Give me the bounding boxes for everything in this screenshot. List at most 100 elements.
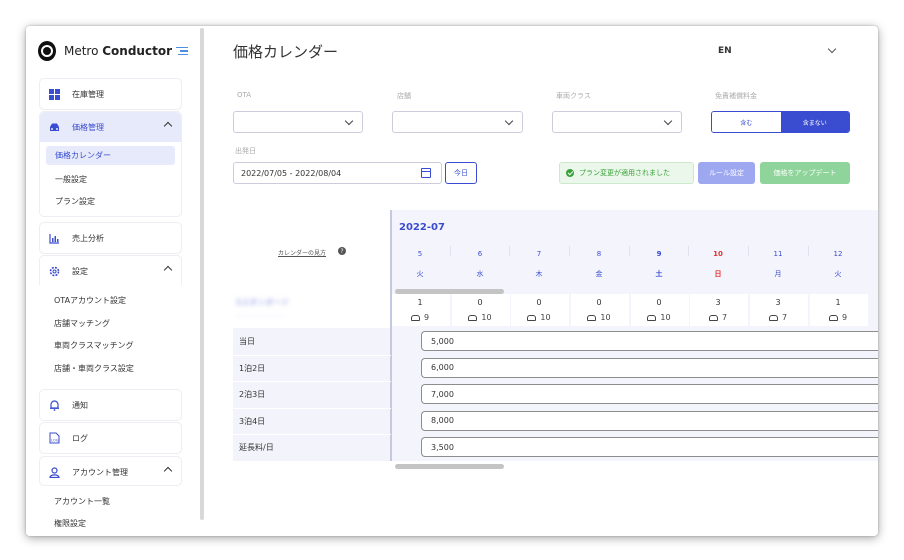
day-weekday: 金 <box>595 270 603 278</box>
price-input[interactable]: 8,000 <box>421 410 878 431</box>
car-icon <box>587 314 597 321</box>
column-tick <box>629 246 630 256</box>
chevron-up-icon <box>163 265 173 275</box>
nav-sales[interactable]: 売上分析 <box>39 222 182 254</box>
nav-ota-accounts[interactable]: OTAアカウント設定 <box>54 295 126 306</box>
nav-logs[interactable]: LOG ログ <box>39 422 182 454</box>
car-count-value: 7 <box>781 313 788 322</box>
column-tick <box>450 246 451 256</box>
calendar-icon[interactable] <box>421 168 431 178</box>
day-weekday: 木 <box>535 270 543 278</box>
column-tick <box>569 246 570 256</box>
status-text: プラン変更が適用されました <box>579 169 670 177</box>
date-range-input[interactable]: 2022/07/05 - 2022/08/04 <box>233 162 442 184</box>
chevron-down-icon[interactable] <box>827 44 837 54</box>
insurance-exclude-option[interactable]: 含まない <box>780 112 849 132</box>
insurance-label: 免責補償料金 <box>715 92 757 100</box>
car-count: 7 <box>749 313 807 322</box>
chevron-down-icon <box>344 116 354 126</box>
chevron-down-icon <box>663 116 673 126</box>
column-divider <box>390 210 392 461</box>
bar-chart-icon <box>49 233 60 244</box>
column-tick <box>748 246 749 256</box>
price-input[interactable]: 5,000 <box>421 331 878 351</box>
help-icon[interactable]: ? <box>338 247 346 255</box>
nav-inventory-label: 在庫管理 <box>72 89 104 99</box>
column-tick <box>509 246 510 256</box>
car-count-value: 10 <box>600 313 611 322</box>
nav-settings[interactable]: 設定 <box>39 255 182 285</box>
day-number: 9 <box>656 250 662 258</box>
price-input[interactable]: 6,000 <box>421 357 878 378</box>
insurance-include-option[interactable]: 含む <box>712 112 781 132</box>
today-button[interactable]: 今日 <box>445 162 477 184</box>
horizontal-scrollbar-bottom[interactable] <box>395 464 504 469</box>
available-count: 0 <box>477 298 483 307</box>
price-input[interactable]: 7,000 <box>421 384 878 404</box>
available-count: 1 <box>417 298 423 307</box>
nav-price-calendar[interactable]: 価格カレンダー <box>46 146 175 165</box>
price-value: 8,000 <box>431 416 454 425</box>
chevron-down-icon <box>504 116 514 126</box>
nav-sales-label: 売上分析 <box>72 233 104 243</box>
row-divider <box>233 434 391 435</box>
nav-account-list[interactable]: アカウント一覧 <box>54 496 110 507</box>
row-label: 延長料/日 <box>239 443 274 452</box>
month-label: 2022-07 <box>399 222 445 233</box>
day-number: 5 <box>417 250 423 258</box>
insurance-toggle: 含む 含まない <box>711 111 850 133</box>
chevron-up-icon <box>163 466 173 476</box>
car-icon <box>527 314 537 321</box>
sidebar: Metro Conductor 在庫管理 価格管理 価格カレンダー 一般設定 プ… <box>26 26 198 536</box>
row-label: 1泊2日 <box>239 363 266 373</box>
price-value: 5,000 <box>431 336 454 346</box>
nav-general-settings[interactable]: 一般設定 <box>40 169 181 191</box>
nav-permissions[interactable]: 権限設定 <box>54 518 86 529</box>
car-count: 10 <box>570 313 628 322</box>
vehicle-class-name-blurred: Sスタンダード <box>236 298 290 307</box>
car-icon <box>647 314 657 321</box>
car-count: 10 <box>451 313 509 322</box>
car-count-value: 7 <box>721 313 728 322</box>
store-label: 店舗 <box>397 92 411 100</box>
available-count: 0 <box>656 298 662 307</box>
vehicle-class-select[interactable] <box>552 111 682 133</box>
price-value: 3,500 <box>431 442 454 452</box>
nav-inventory[interactable]: 在庫管理 <box>39 78 182 110</box>
menu-toggle-icon[interactable] <box>176 46 188 56</box>
row-divider <box>233 381 391 382</box>
nav-pricing-header[interactable]: 価格管理 <box>40 112 181 142</box>
car-icon <box>410 314 420 321</box>
day-number: 8 <box>596 250 602 258</box>
sidebar-scrollbar[interactable] <box>200 28 204 520</box>
date-range-value: 2022/07/05 - 2022/08/04 <box>241 168 342 178</box>
car-icon <box>49 122 60 133</box>
nav-store-matching[interactable]: 店舗マッチング <box>54 318 110 329</box>
store-select[interactable] <box>392 111 523 133</box>
nav-account[interactable]: アカウント管理 <box>39 456 182 486</box>
price-value: 7,000 <box>431 389 454 399</box>
car-count: 10 <box>510 313 568 322</box>
rule-settings-button[interactable]: ルール設定 <box>698 162 755 184</box>
update-prices-button[interactable]: 価格をアップデート <box>760 162 850 184</box>
brand[interactable]: Metro Conductor <box>38 40 188 62</box>
ota-label: OTA <box>237 91 252 99</box>
column-tick <box>688 246 689 256</box>
car-icon <box>768 314 778 321</box>
price-input[interactable]: 3,500 <box>421 437 878 457</box>
language-select[interactable]: EN <box>718 46 732 56</box>
day-weekday: 日 <box>714 270 722 278</box>
nav-plan-settings[interactable]: プラン設定 <box>40 191 181 213</box>
grid-icon <box>49 88 60 100</box>
car-count: 10 <box>630 313 688 322</box>
day-number: 11 <box>773 250 783 258</box>
brand-logo <box>38 41 56 61</box>
vehicle-class-label: 車両クラス <box>556 92 591 100</box>
available-count: 3 <box>715 298 721 307</box>
nav-logs-label: ログ <box>72 433 88 443</box>
nav-class-matching[interactable]: 車両クラスマッチング <box>54 340 134 351</box>
ota-select[interactable] <box>233 111 363 133</box>
nav-notifications[interactable]: 通知 <box>39 389 182 421</box>
row-label: 当日 <box>239 337 255 346</box>
nav-store-class-settings[interactable]: 店舗・車両クラス設定 <box>54 363 134 374</box>
